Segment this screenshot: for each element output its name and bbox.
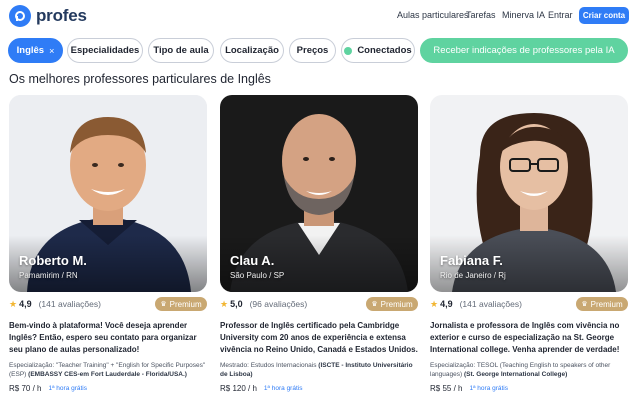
premium-label: Premium: [169, 299, 202, 309]
filter-especialidades[interactable]: Especialidades: [67, 38, 143, 63]
teacher-photo[interactable]: Fabiana F. Rio de Janeiro / Rj: [430, 95, 628, 292]
online-dot-icon: [344, 46, 353, 55]
star-icon: ★: [220, 298, 229, 309]
premium-badge: ♛ Premium: [576, 297, 628, 311]
brand-name: profes: [36, 6, 87, 25]
rating-row: ★ 4,9 (141 avaliações) ♛ Premium: [9, 297, 207, 311]
star-icon: ★: [9, 298, 18, 309]
teacher-description: Jornalista e professora de Inglês com vi…: [430, 321, 620, 354]
premium-label: Premium: [380, 299, 413, 309]
teacher-specialization: Especialização: TESOL (Teaching English …: [430, 362, 630, 379]
spec-institution: (St. George International College): [463, 370, 568, 378]
star-icon: ★: [430, 298, 439, 309]
spec-label: Especialização:: [9, 362, 55, 369]
teacher-location: Rio de Janeiro / Rj: [440, 271, 506, 280]
teacher-specialization: Mestrado: Estudos Internacionais (ISCTE …: [220, 362, 420, 379]
nav-tarefas[interactable]: Tarefas: [466, 10, 496, 20]
top-header: profes Aulas particulares Tarefas Minerv…: [0, 0, 640, 32]
review-count: (141 avaliações): [38, 299, 101, 309]
teacher-name: Roberto M.: [19, 253, 87, 268]
ia-recommendation-button[interactable]: Receber indicações de professores pela I…: [420, 38, 628, 63]
review-count: (141 avaliações): [459, 299, 522, 309]
premium-badge: ♛ Premium: [155, 297, 207, 311]
filter-conectados[interactable]: Conectados: [341, 38, 415, 63]
premium-badge: ♛ Premium: [366, 297, 418, 311]
nav-entrar[interactable]: Entrar: [548, 10, 573, 20]
spec-institution: (EMBASSY CES-em Fort Lauderdale - Florid…: [28, 370, 187, 378]
filter-conectados-label: Conectados: [357, 45, 412, 56]
teacher-description: Bem-vindo à plataforma! Você deseja apre…: [9, 321, 197, 354]
price: R$ 55 / h: [430, 384, 463, 393]
filter-chip-label: Inglês: [16, 45, 45, 56]
teacher-photo[interactable]: Roberto M. Pamamirim / RN: [9, 95, 207, 292]
price: R$ 120 / h: [220, 384, 257, 393]
page-title: Os melhores professores particulares de …: [9, 72, 271, 86]
remove-filter-icon[interactable]: ×: [49, 46, 54, 56]
rating-row: ★ 5,0 (96 avaliações) ♛ Premium: [220, 297, 418, 311]
filter-localizacao[interactable]: Localização: [220, 38, 284, 63]
teacher-specialization: Especialização: "Teacher Training" + "En…: [9, 362, 209, 379]
crown-icon: ♛: [371, 301, 378, 308]
teacher-location: São Paulo / SP: [230, 271, 285, 280]
price-row: R$ 70 / h 1ª hora grátis: [9, 384, 207, 393]
brand-logo[interactable]: profes: [9, 5, 87, 27]
teacher-name: Clau A.: [230, 253, 275, 268]
teacher-description: Professor de Inglês certificado pela Cam…: [220, 321, 418, 354]
criar-conta-button[interactable]: Criar conta: [579, 7, 629, 24]
profes-logo-icon: [9, 5, 31, 27]
rating-value: 4,9: [19, 299, 32, 309]
spec-label: Mestrado:: [220, 362, 249, 369]
nav-minerva-ia[interactable]: Minerva IA: [502, 10, 545, 20]
spec-text: Estudos Internacionais: [250, 362, 317, 369]
price: R$ 70 / h: [9, 384, 42, 393]
teacher-photo[interactable]: Clau A. São Paulo / SP: [220, 95, 418, 292]
filter-chip-ingles[interactable]: Inglês ×: [8, 38, 63, 63]
rating-value: 4,9: [440, 299, 453, 309]
teacher-card-clau[interactable]: Clau A. São Paulo / SP ★ 5,0 (96 avaliaç…: [220, 95, 418, 393]
filter-tipo-de-aula[interactable]: Tipo de aula: [148, 38, 214, 63]
rating-row: ★ 4,9 (141 avaliações) ♛ Premium: [430, 297, 628, 311]
teacher-card-fabiana[interactable]: Fabiana F. Rio de Janeiro / Rj ★ 4,9 (14…: [430, 95, 628, 393]
price-row: R$ 55 / h 1ª hora grátis: [430, 384, 628, 393]
review-count: (96 avaliações): [249, 299, 308, 309]
teacher-card-roberto[interactable]: Roberto M. Pamamirim / RN ★ 4,9 (141 ava…: [9, 95, 207, 393]
spec-institution: (ISCTE - Instituto Universitário de Lisb…: [220, 362, 413, 378]
free-hour-label: 1ª hora grátis: [263, 385, 303, 392]
free-hour-label: 1ª hora grátis: [469, 385, 509, 392]
rating-value: 5,0: [230, 299, 243, 309]
nav-aulas-particulares[interactable]: Aulas particulares: [397, 10, 469, 20]
premium-label: Premium: [590, 299, 623, 309]
free-hour-label: 1ª hora grátis: [48, 385, 88, 392]
filter-bar: Inglês × Especialidades Tipo de aula Loc…: [0, 38, 640, 64]
filter-precos[interactable]: Preços: [289, 38, 336, 63]
crown-icon: ♛: [581, 301, 588, 308]
teacher-location: Pamamirim / RN: [19, 271, 78, 280]
price-row: R$ 120 / h 1ª hora grátis: [220, 384, 418, 393]
teacher-name: Fabiana F.: [440, 253, 503, 268]
crown-icon: ♛: [160, 301, 167, 308]
spec-label: Especialização:: [430, 362, 476, 369]
